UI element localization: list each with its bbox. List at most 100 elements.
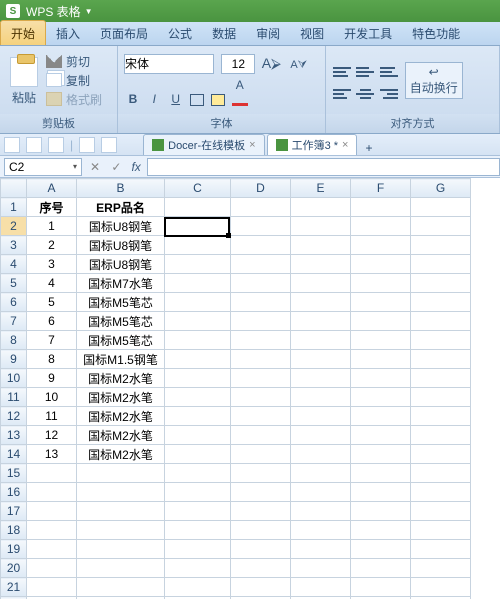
cell-E19[interactable]	[291, 540, 351, 559]
cell-A12[interactable]: 11	[27, 407, 77, 426]
cell-G13[interactable]	[411, 426, 471, 445]
cell-B5[interactable]: 国标M7水笔	[77, 274, 165, 293]
cell-C16[interactable]	[165, 483, 231, 502]
cell-C15[interactable]	[165, 464, 231, 483]
close-icon[interactable]: ×	[342, 139, 348, 151]
cell-B10[interactable]: 国标M2水笔	[77, 369, 165, 388]
ribbon-tab-0[interactable]: 开始	[0, 20, 46, 45]
cell-E3[interactable]	[291, 236, 351, 255]
qat-redo-icon[interactable]	[101, 137, 117, 153]
cell-E15[interactable]	[291, 464, 351, 483]
row-header-4[interactable]: 4	[1, 255, 27, 274]
cell-B11[interactable]: 国标M2水笔	[77, 388, 165, 407]
cell-F8[interactable]	[351, 331, 411, 350]
row-header-14[interactable]: 14	[1, 445, 27, 464]
row-header-1[interactable]: 1	[1, 198, 27, 217]
cell-F13[interactable]	[351, 426, 411, 445]
cell-A7[interactable]: 6	[27, 312, 77, 331]
cell-G18[interactable]	[411, 521, 471, 540]
cell-G7[interactable]	[411, 312, 471, 331]
qat-print-icon[interactable]	[48, 137, 64, 153]
cell-D19[interactable]	[231, 540, 291, 559]
row-header-10[interactable]: 10	[1, 369, 27, 388]
cell-F1[interactable]	[351, 198, 411, 217]
cell-G20[interactable]	[411, 559, 471, 578]
grow-font-button[interactable]: A⮚	[259, 55, 284, 72]
cell-C7[interactable]	[165, 312, 231, 331]
cell-C6[interactable]	[165, 293, 231, 312]
cell-A5[interactable]: 4	[27, 274, 77, 293]
cell-D6[interactable]	[231, 293, 291, 312]
cell-B20[interactable]	[77, 559, 165, 578]
cell-F20[interactable]	[351, 559, 411, 578]
cell-E12[interactable]	[291, 407, 351, 426]
cell-B18[interactable]	[77, 521, 165, 540]
cell-C19[interactable]	[165, 540, 231, 559]
align-center-button[interactable]	[356, 87, 374, 101]
cell-F7[interactable]	[351, 312, 411, 331]
cell-E2[interactable]	[291, 217, 351, 236]
cell-G4[interactable]	[411, 255, 471, 274]
cell-F16[interactable]	[351, 483, 411, 502]
cell-D4[interactable]	[231, 255, 291, 274]
cell-A1[interactable]: 序号	[27, 198, 77, 217]
cell-G14[interactable]	[411, 445, 471, 464]
row-header-12[interactable]: 12	[1, 407, 27, 426]
cell-F9[interactable]	[351, 350, 411, 369]
cell-D15[interactable]	[231, 464, 291, 483]
cell-C18[interactable]	[165, 521, 231, 540]
cell-C21[interactable]	[165, 578, 231, 597]
cell-B2[interactable]: 国标U8钢笔	[77, 217, 165, 236]
cell-A6[interactable]: 5	[27, 293, 77, 312]
cell-B6[interactable]: 国标M5笔芯	[77, 293, 165, 312]
cell-G17[interactable]	[411, 502, 471, 521]
cell-A8[interactable]: 7	[27, 331, 77, 350]
ribbon-tab-8[interactable]: 特色功能	[402, 21, 470, 45]
cell-A15[interactable]	[27, 464, 77, 483]
cell-F17[interactable]	[351, 502, 411, 521]
cell-F6[interactable]	[351, 293, 411, 312]
cell-B16[interactable]	[77, 483, 165, 502]
cut-button[interactable]: 剪切	[46, 52, 102, 71]
title-dropdown-icon[interactable]: ▼	[85, 7, 93, 16]
cell-D7[interactable]	[231, 312, 291, 331]
cell-F11[interactable]	[351, 388, 411, 407]
qat-save-icon[interactable]	[4, 137, 20, 153]
cell-B14[interactable]: 国标M2水笔	[77, 445, 165, 464]
cell-C5[interactable]	[165, 274, 231, 293]
cell-D5[interactable]	[231, 274, 291, 293]
col-header-C[interactable]: C	[165, 179, 231, 198]
cell-D3[interactable]	[231, 236, 291, 255]
shrink-font-button[interactable]: A⮛	[287, 59, 310, 72]
cell-C10[interactable]	[165, 369, 231, 388]
cell-C12[interactable]	[165, 407, 231, 426]
cell-G12[interactable]	[411, 407, 471, 426]
cell-B1[interactable]: ERP品名	[77, 198, 165, 217]
ribbon-tab-2[interactable]: 页面布局	[90, 21, 158, 45]
select-all-corner[interactable]	[1, 179, 27, 198]
row-header-6[interactable]: 6	[1, 293, 27, 312]
align-right-button[interactable]	[380, 87, 398, 101]
cell-E16[interactable]	[291, 483, 351, 502]
cell-B7[interactable]: 国标M5笔芯	[77, 312, 165, 331]
cell-D11[interactable]	[231, 388, 291, 407]
cell-D9[interactable]	[231, 350, 291, 369]
cell-G15[interactable]	[411, 464, 471, 483]
cell-B13[interactable]: 国标M2水笔	[77, 426, 165, 445]
row-header-16[interactable]: 16	[1, 483, 27, 502]
cell-E21[interactable]	[291, 578, 351, 597]
cell-E8[interactable]	[291, 331, 351, 350]
cell-B9[interactable]: 国标M1.5钢笔	[77, 350, 165, 369]
align-bottom-button[interactable]	[380, 65, 398, 79]
cell-E5[interactable]	[291, 274, 351, 293]
cell-D16[interactable]	[231, 483, 291, 502]
row-header-20[interactable]: 20	[1, 559, 27, 578]
col-header-B[interactable]: B	[77, 179, 165, 198]
cell-F19[interactable]	[351, 540, 411, 559]
cell-E11[interactable]	[291, 388, 351, 407]
cell-E9[interactable]	[291, 350, 351, 369]
row-header-11[interactable]: 11	[1, 388, 27, 407]
document-tab-1[interactable]: 工作簿3 *×	[267, 134, 358, 155]
align-left-button[interactable]	[333, 87, 351, 101]
cell-D1[interactable]	[231, 198, 291, 217]
